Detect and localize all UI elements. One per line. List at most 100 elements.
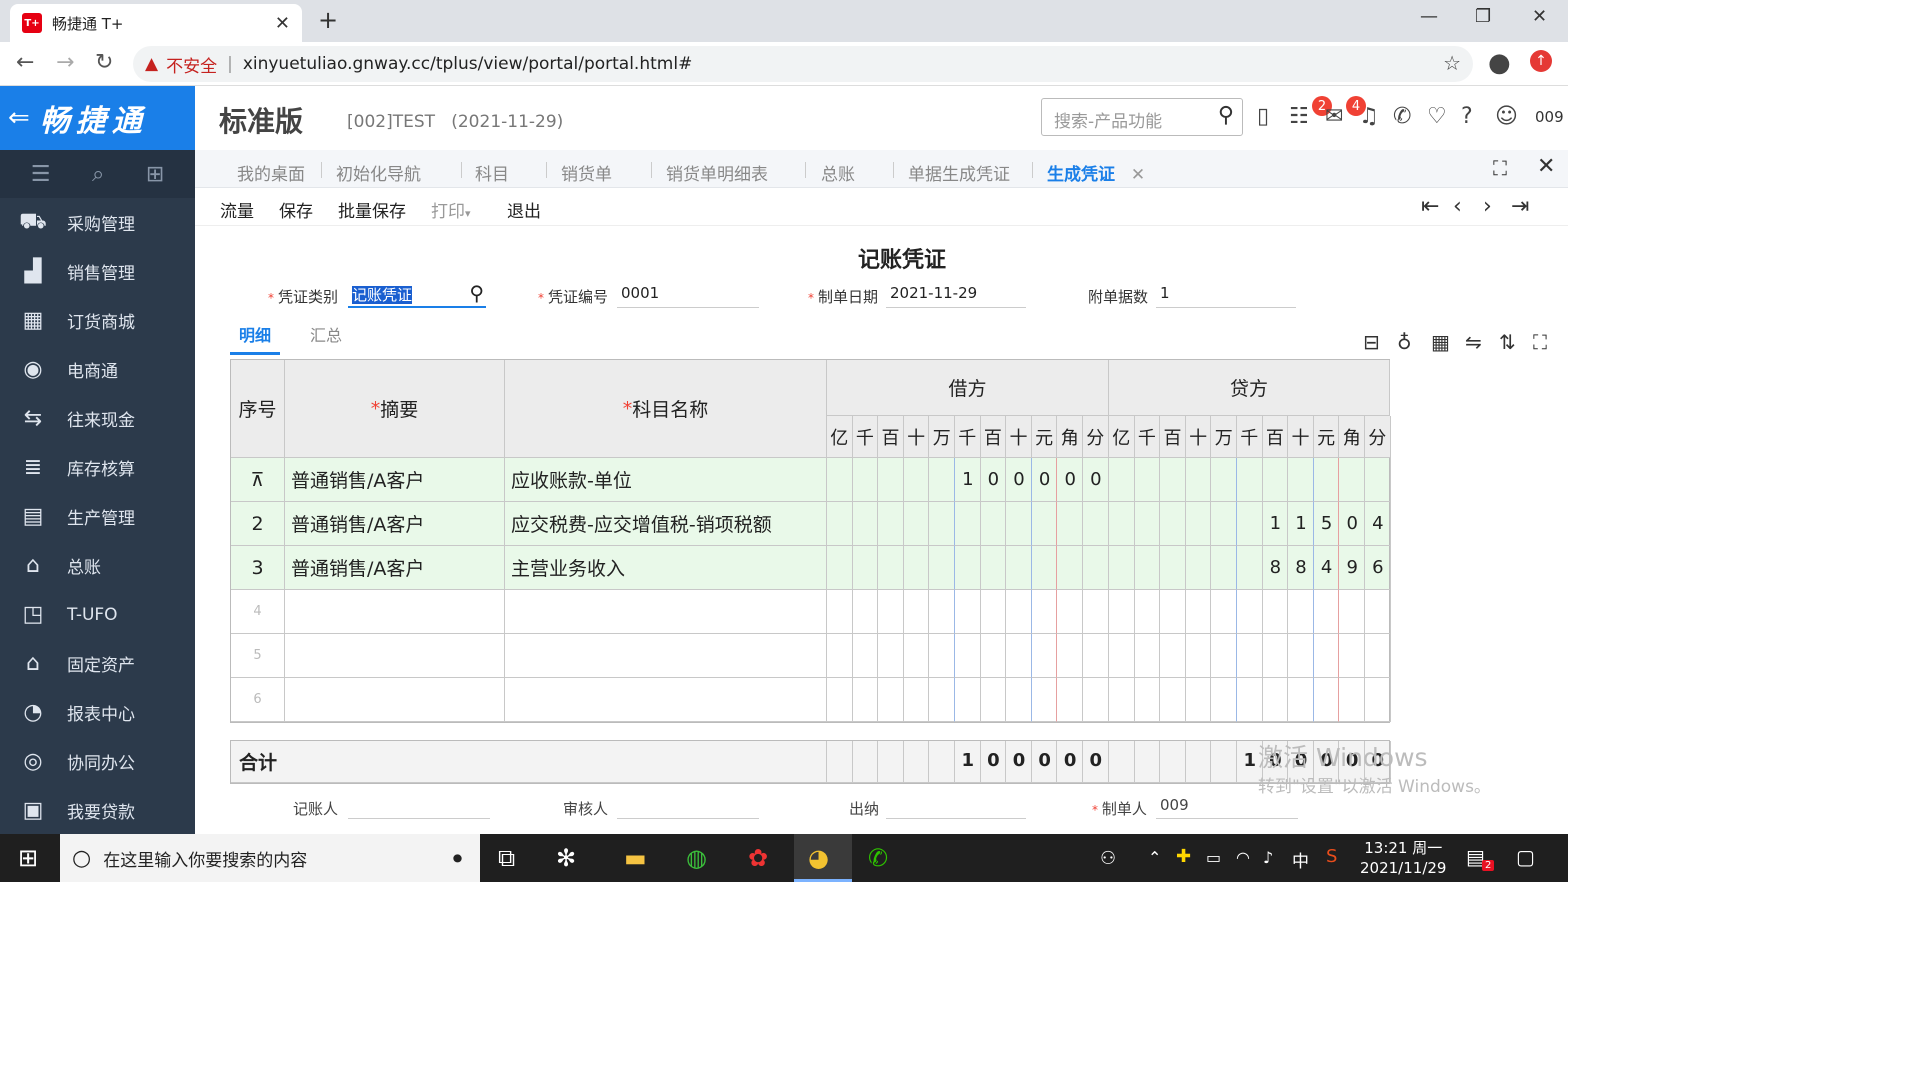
debit-amount-cell[interactable] xyxy=(1057,502,1083,546)
credit-amount-cell[interactable] xyxy=(1160,634,1186,678)
debit-amount-cell[interactable] xyxy=(1031,590,1058,634)
taskbar-search[interactable]: ○ 在这里输入你要搜索的内容 ⏺ xyxy=(60,834,480,882)
debit-amount-cell[interactable] xyxy=(929,502,955,546)
row-account[interactable]: 应收账款-单位 xyxy=(505,458,827,502)
sidebar-item-tufo[interactable]: ◳ T-UFO xyxy=(0,590,195,639)
credit-amount-cell[interactable] xyxy=(1365,590,1391,634)
file-explorer-icon[interactable]: ▬ xyxy=(624,844,647,872)
debit-amount-cell[interactable] xyxy=(1006,546,1032,590)
row-account[interactable] xyxy=(505,678,827,722)
message-icon[interactable]: ✉ xyxy=(1325,104,1343,129)
close-window-icon[interactable]: ✕ xyxy=(1532,6,1547,27)
credit-amount-cell[interactable] xyxy=(1313,590,1340,634)
bookmark-star-icon[interactable]: ☆ xyxy=(1443,51,1461,75)
tray-expand-icon[interactable]: ⌃ xyxy=(1148,848,1161,867)
credit-amount-cell[interactable] xyxy=(1134,590,1161,634)
sidebar-item-ledger[interactable]: ⌂ 总账 xyxy=(0,541,195,590)
profile-icon[interactable]: ● xyxy=(1488,48,1511,78)
credit-amount-cell[interactable] xyxy=(1134,458,1161,502)
debit-amount-cell[interactable] xyxy=(1083,590,1109,634)
debit-amount-cell[interactable] xyxy=(1031,502,1058,546)
credit-amount-cell[interactable] xyxy=(1339,634,1365,678)
credit-amount-cell[interactable] xyxy=(1211,634,1237,678)
fullscreen-icon[interactable]: ⛶ xyxy=(1533,330,1547,354)
credit-amount-cell[interactable] xyxy=(1185,678,1212,722)
credit-amount-cell[interactable] xyxy=(1365,634,1391,678)
close-page-icon[interactable]: ✕ xyxy=(1537,154,1555,179)
windows-start-icon[interactable]: ⊞ xyxy=(18,844,38,872)
security-tray-icon[interactable]: ✚ xyxy=(1176,846,1191,867)
credit-amount-cell[interactable] xyxy=(1339,678,1365,722)
restore-icon[interactable]: ❐ xyxy=(1475,6,1491,27)
debit-amount-cell[interactable] xyxy=(980,502,1007,546)
debit-amount-cell[interactable] xyxy=(827,590,853,634)
debit-amount-cell[interactable] xyxy=(929,458,955,502)
search-icon[interactable]: ⚲ xyxy=(469,281,484,305)
calculator-icon[interactable]: ▯ xyxy=(1257,104,1269,129)
credit-amount-cell[interactable] xyxy=(1134,502,1161,546)
grid-view-icon[interactable]: ▦ xyxy=(1431,330,1450,354)
task-view-icon[interactable]: ⧉ xyxy=(498,844,515,872)
search-icon[interactable]: ⚲ xyxy=(1218,103,1234,128)
sidebar-item-reports[interactable]: ◔ 报表中心 xyxy=(0,688,195,737)
debit-amount-cell[interactable] xyxy=(1031,546,1058,590)
debit-amount-cell[interactable] xyxy=(955,678,981,722)
pinwheel-app-icon[interactable]: ✻ xyxy=(556,844,576,872)
row-summary[interactable] xyxy=(285,634,505,678)
debit-amount-cell[interactable] xyxy=(1057,634,1083,678)
sidebar-item-office[interactable]: ◎ 协同办公 xyxy=(0,737,195,786)
print-button[interactable]: 打印▾ xyxy=(431,197,471,222)
row-account[interactable] xyxy=(505,634,827,678)
debit-amount-cell[interactable] xyxy=(1083,502,1109,546)
collapse-arrow-icon[interactable]: ⇐ xyxy=(8,103,30,133)
credit-amount-cell[interactable] xyxy=(1262,590,1289,634)
credit-amount-cell[interactable] xyxy=(1185,546,1212,590)
user-icon[interactable]: ☺ xyxy=(1495,104,1518,129)
user-name[interactable]: 009 xyxy=(1535,108,1564,126)
credit-amount-cell[interactable] xyxy=(1339,590,1365,634)
sidebar-item-fixed-assets[interactable]: ⌂ 固定资产 xyxy=(0,639,195,688)
money-bag-icon[interactable]: ♁ xyxy=(1397,330,1412,354)
wifi-icon[interactable]: ◠ xyxy=(1236,848,1250,867)
credit-amount-cell[interactable] xyxy=(1237,678,1263,722)
close-tab-icon[interactable]: ✕ xyxy=(1131,165,1145,185)
credit-amount-cell[interactable] xyxy=(1109,634,1135,678)
debit-amount-cell[interactable] xyxy=(1031,678,1058,722)
debit-amount-cell[interactable] xyxy=(878,678,904,722)
credit-amount-cell[interactable] xyxy=(1313,634,1340,678)
volume-icon[interactable]: ♪ xyxy=(1263,848,1273,867)
debit-amount-cell[interactable] xyxy=(980,678,1007,722)
debit-amount-cell[interactable] xyxy=(852,678,879,722)
credit-amount-cell[interactable] xyxy=(1211,458,1237,502)
credit-amount-cell[interactable] xyxy=(1288,458,1314,502)
close-tab-icon[interactable]: ✕ xyxy=(275,13,290,34)
debit-amount-cell[interactable] xyxy=(827,458,853,502)
back-icon[interactable]: ← xyxy=(16,50,34,75)
first-page-icon[interactable]: ⇤ xyxy=(1421,194,1439,219)
debit-amount-cell[interactable] xyxy=(1083,678,1109,722)
credit-amount-cell[interactable] xyxy=(1109,590,1135,634)
credit-amount-cell[interactable] xyxy=(1288,634,1314,678)
credit-amount-cell[interactable] xyxy=(1109,502,1135,546)
voucher-date-input[interactable]: 2021-11-29 xyxy=(886,284,1026,308)
people-icon[interactable]: ⚇ xyxy=(1100,848,1116,869)
row-account[interactable] xyxy=(505,590,827,634)
credit-amount-cell[interactable] xyxy=(1109,458,1135,502)
sidebar-item-cash[interactable]: ⇆ 往来现金 xyxy=(0,394,195,443)
batch-save-button[interactable]: 批量保存 xyxy=(338,197,406,222)
credit-amount-cell[interactable] xyxy=(1313,678,1340,722)
debit-amount-cell[interactable] xyxy=(980,546,1007,590)
attach-count-input[interactable]: 1 xyxy=(1156,284,1296,308)
debit-amount-cell[interactable] xyxy=(955,546,981,590)
sidebar-item-loan[interactable]: ▣ 我要贷款 xyxy=(0,786,195,835)
debit-amount-cell[interactable] xyxy=(827,634,853,678)
credit-amount-cell[interactable] xyxy=(1288,590,1314,634)
debit-amount-cell[interactable] xyxy=(1006,678,1032,722)
search-icon[interactable]: ⌕ xyxy=(92,162,104,187)
minimize-icon[interactable]: — xyxy=(1420,6,1438,27)
debit-amount-cell[interactable] xyxy=(903,590,930,634)
sidebar-item-inventory[interactable]: ≣ 库存核算 xyxy=(0,443,195,492)
phone-icon[interactable]: ✆ xyxy=(1393,104,1411,129)
debit-amount-cell[interactable] xyxy=(827,502,853,546)
debit-amount-cell[interactable] xyxy=(878,546,904,590)
